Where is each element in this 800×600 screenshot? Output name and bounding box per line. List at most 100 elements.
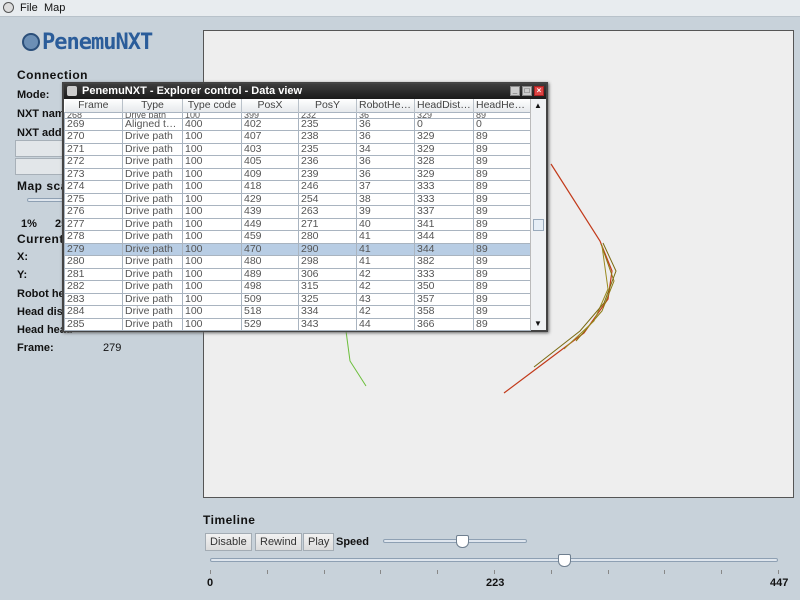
menu-map[interactable]: Map — [44, 2, 65, 14]
table-cell: 43 — [356, 292, 415, 306]
column-header[interactable]: PosY — [298, 99, 357, 112]
table-cell: 298 — [298, 255, 357, 269]
close-icon[interactable]: × — [534, 86, 544, 96]
table-row[interactable]: 282 Drive path 100 498 315 42 350 89 — [64, 280, 531, 294]
table-cell: 357 — [414, 292, 474, 306]
column-header[interactable]: RobotHead... — [356, 99, 415, 112]
table-cell: 498 — [241, 280, 299, 294]
table-row[interactable]: 275 Drive path 100 429 254 38 333 89 — [64, 192, 531, 206]
table-cell: 409 — [241, 167, 299, 181]
timeline-tick — [380, 570, 382, 574]
table-cell: 100 — [182, 267, 242, 281]
table-row[interactable]: 271 Drive path 100 403 235 34 329 89 — [64, 142, 531, 156]
window-titlebar[interactable]: PenemuNXT - Explorer control - Data view… — [64, 84, 546, 99]
table-cell: 36 — [356, 130, 415, 144]
table-cell: 0 — [473, 117, 531, 131]
table-row[interactable]: 272 Drive path 100 405 236 36 328 89 — [64, 155, 531, 169]
table-cell: Drive path — [122, 280, 183, 294]
table-cell: 89 — [473, 280, 531, 294]
table-cell: 39 — [356, 205, 415, 219]
y-label: Y: — [17, 269, 28, 281]
data-view-window: PenemuNXT - Explorer control - Data view… — [62, 82, 548, 332]
table-cell: 284 — [64, 305, 123, 319]
table-row[interactable]: 279 Drive path 100 470 290 41 344 89 — [64, 242, 531, 256]
rewind-button[interactable]: Rewind — [255, 533, 302, 551]
app-icon — [3, 2, 14, 13]
table-cell: 89 — [473, 242, 531, 256]
table-cell: 40 — [356, 217, 415, 231]
table-cell: Drive path — [122, 317, 183, 331]
timeline-min-label: 0 — [207, 577, 214, 589]
mode-label: Mode: — [17, 89, 50, 101]
table-cell: 280 — [298, 230, 357, 244]
table-cell: 38 — [356, 192, 415, 206]
logo: PenemuNXT — [22, 30, 153, 55]
speed-slider-thumb[interactable] — [456, 535, 470, 548]
menu-file[interactable]: File — [20, 2, 38, 14]
timeline-tick — [323, 570, 325, 574]
table-row[interactable]: 273 Drive path 100 409 239 36 329 89 — [64, 167, 531, 181]
table-row[interactable]: 276 Drive path 100 439 263 39 337 89 — [64, 205, 531, 219]
column-header[interactable]: Type — [122, 99, 183, 112]
table-cell: 328 — [414, 155, 474, 169]
maximize-icon[interactable]: □ — [522, 86, 532, 96]
table-cell: 89 — [473, 130, 531, 144]
speed-slider[interactable] — [383, 539, 527, 543]
table-cell: 100 — [182, 230, 242, 244]
column-header[interactable]: Type code — [182, 99, 242, 112]
table-cell: Drive path — [122, 255, 183, 269]
table-cell: 282 — [64, 280, 123, 294]
speed-label: Speed — [336, 536, 370, 548]
table-cell: Drive path — [122, 167, 183, 181]
table-row[interactable]: 277 Drive path 100 449 271 40 341 89 — [64, 217, 531, 231]
column-header[interactable]: PosX — [241, 99, 299, 112]
table-cell: 36 — [356, 155, 415, 169]
table-cell: 480 — [241, 255, 299, 269]
timeline-slider-thumb[interactable] — [558, 554, 572, 567]
table-scrollbar[interactable]: ▲ ▼ — [530, 99, 546, 330]
table-cell: 100 — [182, 142, 242, 156]
table-row[interactable]: 278 Drive path 100 459 280 41 344 89 — [64, 230, 531, 244]
timeline-tick — [721, 570, 723, 574]
table-cell: 235 — [298, 142, 357, 156]
table-row[interactable]: 269 Aligned to ... 400 402 235 36 0 0 — [64, 117, 531, 131]
table-cell: 89 — [473, 192, 531, 206]
table-row[interactable]: 270 Drive path 100 407 238 36 329 89 — [64, 130, 531, 144]
table-cell: 100 — [182, 280, 242, 294]
table-row[interactable]: 285 Drive path 100 529 343 44 366 89 — [64, 317, 531, 331]
table-row[interactable]: 281 Drive path 100 489 306 42 333 89 — [64, 267, 531, 281]
scroll-up-icon[interactable]: ▲ — [534, 101, 542, 110]
table-cell: 509 — [241, 292, 299, 306]
table-cell: 42 — [356, 267, 415, 281]
play-button[interactable]: Play — [303, 533, 335, 551]
column-header[interactable]: Frame — [64, 99, 123, 112]
scroll-thumb[interactable] — [533, 219, 544, 231]
column-header[interactable]: HeadDistan... — [414, 99, 474, 112]
table-cell: 315 — [298, 280, 357, 294]
scroll-down-icon[interactable]: ▼ — [534, 319, 542, 328]
table-cell: 37 — [356, 180, 415, 194]
table-row[interactable]: 280 Drive path 100 480 298 41 382 89 — [64, 255, 531, 269]
table-cell: 405 — [241, 155, 299, 169]
column-header[interactable]: HeadHeadi... — [473, 99, 531, 112]
table-cell: 100 — [182, 217, 242, 231]
table-cell: 36 — [356, 167, 415, 181]
disable-button[interactable]: Disable — [205, 533, 252, 551]
map-scale-slider[interactable] — [27, 198, 67, 202]
window-title: PenemuNXT - Explorer control - Data view — [82, 85, 303, 97]
table-cell: 382 — [414, 255, 474, 269]
table-row[interactable]: 284 Drive path 100 518 334 42 358 89 — [64, 305, 531, 319]
table-cell: 89 — [473, 267, 531, 281]
timeline-tick — [210, 570, 211, 574]
table-cell: 100 — [182, 292, 242, 306]
table-cell: 290 — [298, 242, 357, 256]
table-cell: 236 — [298, 155, 357, 169]
table-cell: Aligned to ... — [122, 117, 183, 131]
table-cell: 100 — [182, 180, 242, 194]
connection-heading: Connection — [17, 68, 88, 82]
table-row[interactable]: 274 Drive path 100 418 246 37 333 89 — [64, 180, 531, 194]
table-cell: 273 — [64, 167, 123, 181]
table-row[interactable]: 283 Drive path 100 509 325 43 357 89 — [64, 292, 531, 306]
timeline-slider[interactable] — [210, 558, 778, 562]
minimize-icon[interactable]: _ — [510, 86, 520, 96]
